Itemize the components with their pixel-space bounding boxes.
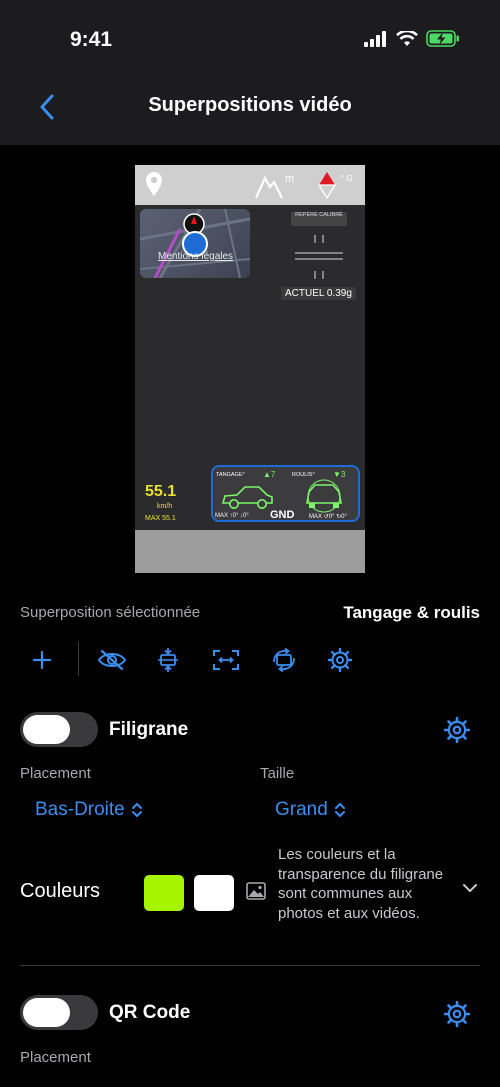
page-title: Superpositions vidéo	[148, 94, 352, 116]
mountain-altitude-icon	[255, 175, 283, 199]
roll-max: MAX ↺0° ↻0°	[309, 514, 347, 520]
watermark-settings-button[interactable]	[443, 716, 471, 744]
status-icons	[364, 30, 460, 47]
speed-value: 55.1	[145, 483, 177, 500]
preview-map: Mentions légales	[140, 209, 250, 278]
watermark-toggle[interactable]	[20, 712, 98, 747]
car-rear-icon	[306, 479, 342, 513]
watermark-label: Filigrane	[109, 719, 189, 740]
add-overlay-button[interactable]	[26, 644, 58, 676]
qrcode-settings-button[interactable]	[443, 1000, 471, 1028]
center-vertical-button[interactable]	[152, 644, 184, 676]
resize-overlay-button[interactable]	[210, 644, 242, 676]
car-side-icon	[221, 486, 273, 509]
align-vertical-center-icon	[158, 648, 178, 672]
watermark-size-select[interactable]: Grand	[275, 799, 346, 821]
section-divider	[20, 965, 480, 966]
altitude-unit: m	[285, 173, 295, 185]
overlay-settings-button[interactable]	[324, 644, 356, 676]
qrcode-label: QR Code	[109, 1002, 191, 1023]
compass-needle-icon	[318, 172, 336, 199]
chevron-up-down-icon	[334, 803, 345, 817]
toolbar-separator	[78, 642, 79, 676]
rotate-overlay-button[interactable]	[268, 644, 300, 676]
photo-icon[interactable]	[246, 882, 266, 900]
signal-icon	[364, 30, 386, 47]
color-swatch-primary[interactable]	[144, 875, 184, 911]
status-time: 9:41	[70, 28, 113, 51]
gear-icon	[443, 1000, 471, 1028]
navigation-bar: Superpositions vidéo	[0, 70, 500, 145]
roll-label: ROULIS°	[292, 472, 315, 478]
battery-charging-icon	[426, 30, 459, 47]
g-force-crosshair-graphic	[295, 235, 343, 279]
overlay-preview[interactable]: m °.G Mentions légales REPÈRE CALIBRÉ AC…	[135, 165, 365, 573]
speed-unit: km/h	[157, 503, 173, 510]
actual-g-readout: ACTUEL 0.39g	[281, 287, 356, 300]
colors-note: Les couleurs et la transparence du filig…	[278, 846, 444, 922]
rotate-icon	[273, 648, 295, 672]
watermark-placement-label: Placement	[20, 765, 91, 782]
toggle-knob	[23, 998, 70, 1027]
status-bar: 9:41	[0, 0, 500, 70]
preview-bottom-bar	[135, 530, 365, 573]
pitch-max: MAX ↑0° ↓0°	[215, 513, 249, 519]
preview-top-bar: m °.G	[135, 165, 365, 205]
pitch-label: TANGAGE°	[216, 472, 245, 478]
hide-overlay-button[interactable]	[96, 644, 128, 676]
gear-icon	[328, 648, 352, 672]
eye-slash-icon	[97, 649, 127, 671]
resize-icon	[213, 650, 239, 670]
location-pin-icon	[146, 172, 162, 196]
pitch-value: ▲7	[263, 470, 276, 479]
watermark-size-label: Taille	[260, 765, 295, 782]
qrcode-toggle[interactable]	[20, 995, 98, 1030]
speed-max: MAX 55.1	[145, 515, 176, 522]
g-force-unit: °.G	[341, 174, 353, 183]
selected-overlay-value[interactable]: Tangage & roulis	[343, 603, 480, 623]
qrcode-placement-label: Placement	[20, 1049, 91, 1066]
color-swatch-secondary[interactable]	[194, 875, 234, 911]
watermark-size-value: Grand	[275, 799, 328, 820]
toggle-knob	[23, 715, 70, 744]
pitch-roll-overlay: TANGAGE° ▲7 ROULIS° ▼3 MAX ↑0° ↓0° GND M…	[211, 465, 360, 522]
calibration-badge: REPÈRE CALIBRÉ	[291, 212, 347, 226]
watermark-placement-value: Bas-Droite	[35, 799, 125, 820]
colors-label: Couleurs	[20, 880, 101, 902]
overlay-toolbar	[0, 640, 500, 680]
chevron-up-down-icon	[131, 803, 142, 817]
plus-icon	[32, 650, 52, 670]
roll-value: ▼3	[333, 470, 346, 479]
wifi-icon	[396, 30, 418, 46]
selected-overlay-label: Superposition sélectionnée	[20, 604, 201, 621]
ground-label: GND	[270, 509, 295, 521]
map-legal-note[interactable]: Mentions légales	[158, 251, 233, 262]
gear-icon	[443, 716, 471, 744]
watermark-placement-select[interactable]: Bas-Droite	[35, 799, 143, 821]
chevron-down-icon[interactable]	[462, 882, 478, 894]
